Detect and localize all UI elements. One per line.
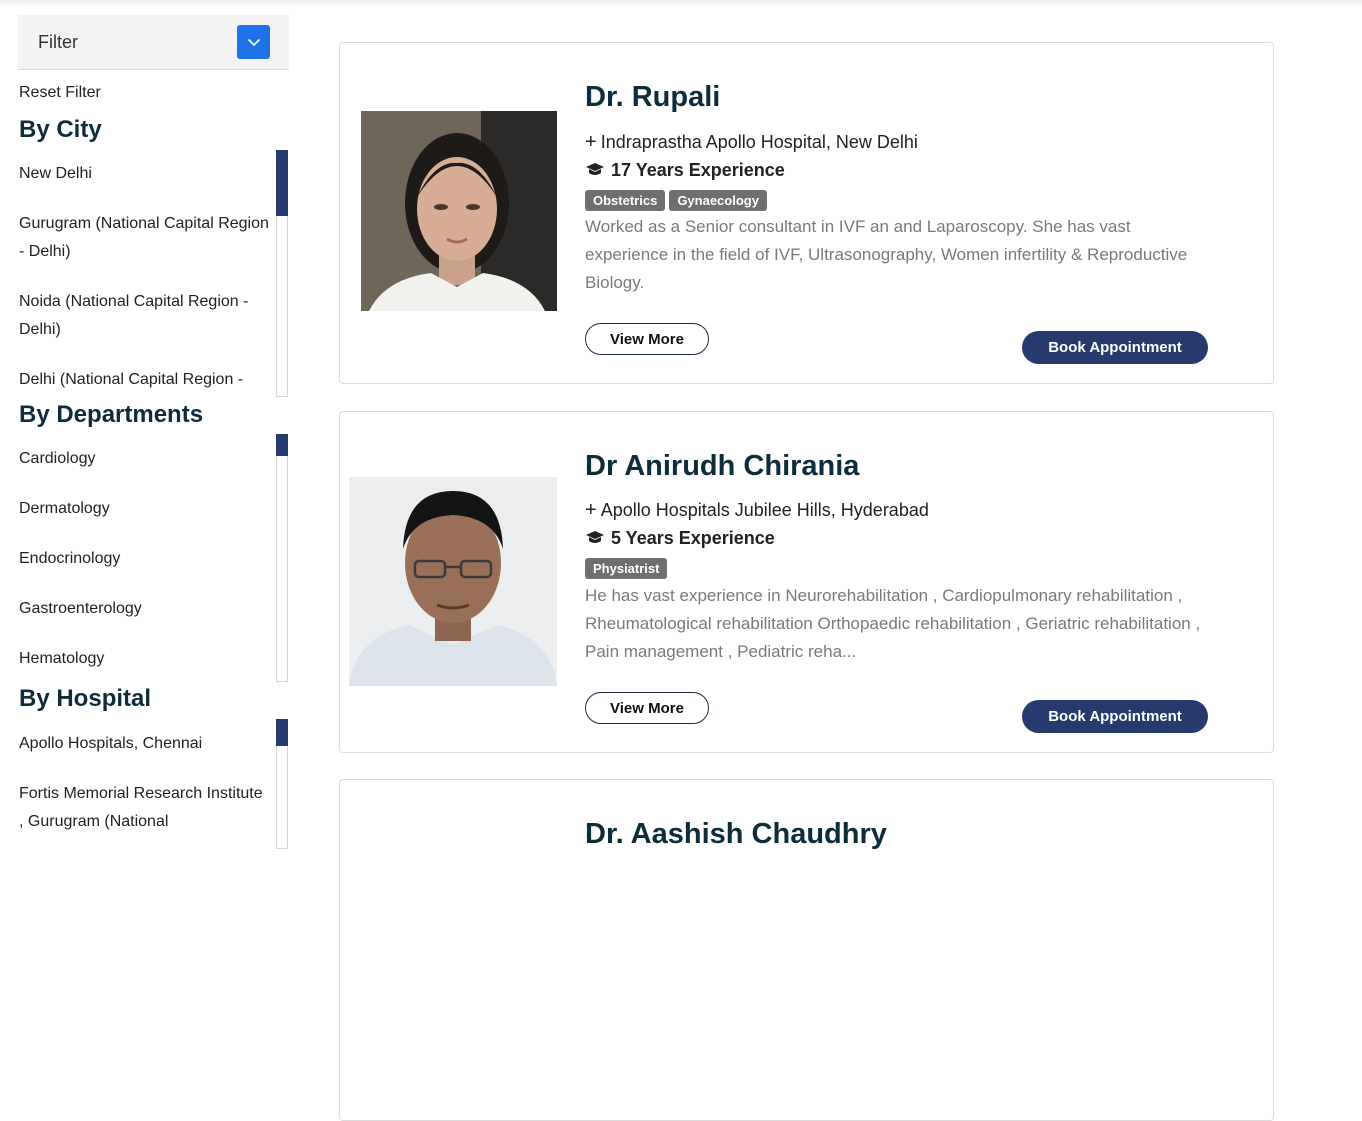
city-scroll-thumb[interactable]	[276, 150, 288, 216]
specialty-tag: Physiatrist	[585, 558, 668, 579]
specialty-tags: Obstetrics Gynaecology	[585, 190, 767, 211]
chevron-down-icon	[247, 38, 260, 46]
filter-label: Filter	[38, 32, 78, 52]
filter-sidebar: Filter Reset Filter By City New Delhi Gu…	[0, 0, 300, 849]
reset-filter-link[interactable]: Reset Filter	[19, 84, 101, 102]
doctor-hospital: + Indraprastha Apollo Hospital, New Delhi	[585, 131, 918, 154]
plus-icon: +	[585, 131, 597, 153]
city-section-title: By City	[19, 116, 102, 143]
city-option[interactable]: Gurugram (National Capital Region - Delh…	[19, 210, 269, 266]
doctor-card: Dr. Aashish Chaudhry	[339, 779, 1274, 1121]
city-list: New Delhi Gurugram (National Capital Reg…	[19, 160, 269, 396]
book-appointment-button[interactable]: Book Appointment	[1022, 331, 1208, 364]
hospital-option[interactable]: Fortis Memorial Research Institute , Gur…	[19, 780, 269, 834]
view-more-button[interactable]: View More	[585, 692, 709, 724]
hospital-name: Apollo Hospitals Jubilee Hills, Hyderaba…	[600, 500, 929, 520]
experience-text: 17 Years Experience	[611, 160, 785, 180]
departments-scroll-thumb[interactable]	[276, 434, 288, 456]
department-option[interactable]: Cardiology	[19, 445, 269, 473]
department-option[interactable]: Dermatology	[19, 495, 269, 523]
department-option[interactable]: Hematology	[19, 645, 269, 673]
specialty-tag: Obstetrics	[585, 190, 666, 211]
department-option[interactable]: Endocrinology	[19, 545, 269, 573]
graduation-cap-icon	[586, 531, 604, 543]
doctor-experience: 17 Years Experience	[585, 160, 785, 181]
hospital-scrollbar[interactable]	[276, 719, 288, 849]
filter-toggle-button[interactable]	[237, 25, 270, 59]
filter-header[interactable]: Filter	[18, 15, 289, 70]
plus-icon: +	[585, 499, 597, 521]
doctor-card: Dr Anirudh Chirania + Apollo Hospitals Ju…	[339, 411, 1274, 753]
city-scrollbar[interactable]	[276, 150, 288, 397]
experience-text: 5 Years Experience	[611, 528, 775, 548]
city-option[interactable]: New Delhi	[19, 160, 269, 188]
specialty-tag: Gynaecology	[669, 190, 767, 211]
hospital-section-title: By Hospital	[19, 685, 152, 712]
hospital-scroll-thumb[interactable]	[276, 719, 288, 746]
department-option[interactable]: Gastroenterology	[19, 595, 269, 623]
book-appointment-button[interactable]: Book Appointment	[1022, 700, 1208, 733]
departments-list: Cardiology Dermatology Endocrinology Gas…	[19, 445, 269, 681]
specialty-tags: Physiatrist	[585, 558, 668, 579]
departments-section-title: By Departments	[19, 401, 204, 428]
doctor-name[interactable]: Dr. Aashish Chaudhry	[585, 818, 887, 851]
hospital-option[interactable]: Apollo Hospitals, Chennai	[19, 730, 269, 758]
city-option[interactable]: Delhi (National Capital Region -	[19, 366, 269, 394]
doctor-photo	[349, 477, 557, 686]
city-option[interactable]: Noida (National Capital Region - Delhi)	[19, 288, 269, 344]
doctor-name[interactable]: Dr Anirudh Chirania	[585, 450, 859, 483]
doctor-description: Worked as a Senior consultant in IVF an …	[585, 217, 1188, 292]
hospital-list: Apollo Hospitals, Chennai Fortis Memoria…	[19, 730, 269, 834]
doctor-hospital: + Apollo Hospitals Jubilee Hills, Hyderab…	[585, 499, 929, 522]
doctor-card: Dr. Rupali + Indraprastha Apollo Hospital…	[339, 42, 1274, 384]
departments-scrollbar[interactable]	[276, 434, 288, 682]
graduation-cap-icon	[586, 163, 604, 175]
doctor-description: He has vast experience in Neurorehabilit…	[585, 586, 1201, 661]
doctor-experience: 5 Years Experience	[585, 528, 775, 549]
hospital-name: Indraprastha Apollo Hospital, New Delhi	[600, 132, 918, 152]
doctor-photo	[361, 111, 557, 311]
view-more-button[interactable]: View More	[585, 323, 709, 355]
doctor-name[interactable]: Dr. Rupali	[585, 81, 720, 114]
